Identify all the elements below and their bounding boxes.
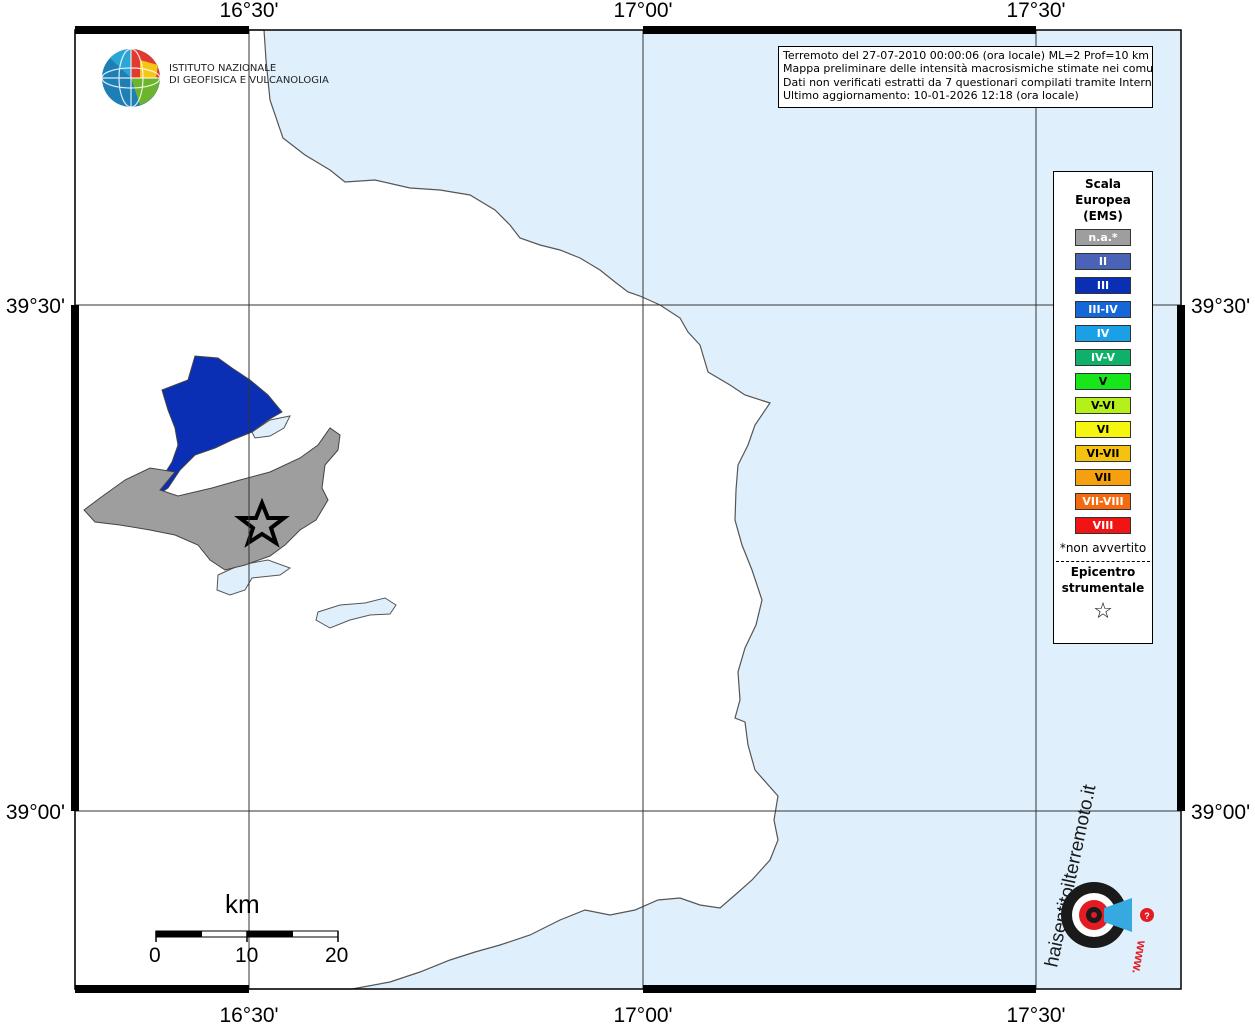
star-outline-icon: ☆	[1093, 599, 1113, 624]
lon-label-bottom-1: 16°30'	[219, 1004, 278, 1024]
legend-item: III-IV	[1075, 301, 1131, 318]
lon-label-top-3: 17°30'	[1006, 0, 1065, 22]
info-line-1: Terremoto del 27-07-2010 00:00:06 (ora l…	[783, 49, 1150, 62]
legend-item: VIII	[1075, 517, 1131, 534]
lon-label-bottom-3: 17°30'	[1006, 1004, 1065, 1024]
info-line-4: Ultimo aggiornamento: 10-01-2026 12:18 (…	[783, 89, 1079, 103]
scale-unit: km	[225, 889, 260, 919]
scale-label-10: 10	[235, 944, 259, 967]
legend-item: VII	[1075, 469, 1131, 486]
svg-text:?: ?	[1144, 911, 1150, 921]
legend-item: V	[1075, 373, 1131, 390]
legend-epicenter-line2: strumentale	[1061, 581, 1145, 595]
earthquake-info-box: Terremoto del 27-07-2010 00:00:06 (ora l…	[778, 46, 1153, 108]
legend-title-line3: (EMS)	[1083, 209, 1123, 223]
legend-epicenter-line1: Epicentro	[1070, 565, 1136, 579]
info-line-3: Dati non verificati estratti da 7 questi…	[783, 75, 1153, 89]
legend-item: IV	[1075, 325, 1131, 342]
scale-label-0: 0	[149, 944, 161, 967]
legend-item: VII-VIII	[1075, 493, 1131, 510]
legend-item: VI	[1075, 421, 1131, 438]
lon-label-top-2: 17°00'	[613, 0, 672, 22]
legend-item: III	[1075, 277, 1131, 294]
info-line-2: Mappa preliminare delle intensità macros…	[783, 62, 1153, 76]
legend-title: Scala Europea (EMS)	[1054, 176, 1152, 224]
lat-label-left-2: 39°00'	[6, 801, 65, 824]
ingv-logo-icon	[101, 48, 161, 108]
legend-separator	[1056, 561, 1150, 562]
ingv-name-line2: DI GEOFISICA E VULCANOLOGIA	[169, 75, 329, 86]
ingv-name: ISTITUTO NAZIONALE DI GEOFISICA E VULCAN…	[169, 63, 329, 87]
ems-legend: Scala Europea (EMS) n.a.* II III III-IV IV IV…	[1053, 171, 1153, 644]
lon-label-bottom-2: 17°00'	[613, 1004, 672, 1024]
legend-item: IV-V	[1075, 349, 1131, 366]
legend-item: VI-VII	[1075, 445, 1131, 462]
legend-note: *non avvertito	[1059, 541, 1147, 555]
ingv-name-line1: ISTITUTO NAZIONALE	[169, 63, 277, 74]
legend-items: n.a.* II III III-IV IV IV-V V V-VI VI VI-VII VII VI…	[1054, 229, 1152, 534]
legend-epicenter-label: Epicentro strumentale	[1054, 564, 1152, 596]
legend-title-line2: Europea	[1075, 193, 1131, 207]
lat-label-right-1: 39°30'	[1191, 295, 1250, 318]
legend-item: n.a.*	[1075, 229, 1131, 246]
legend-item: V-VI	[1075, 397, 1131, 414]
scale-label-20: 20	[325, 944, 349, 967]
lat-label-left-1: 39°30'	[6, 295, 65, 318]
legend-title-line1: Scala	[1084, 177, 1122, 191]
legend-item: II	[1075, 253, 1131, 270]
lon-label-top-1: 16°30'	[219, 0, 278, 22]
lat-label-right-2: 39°00'	[1191, 801, 1250, 824]
